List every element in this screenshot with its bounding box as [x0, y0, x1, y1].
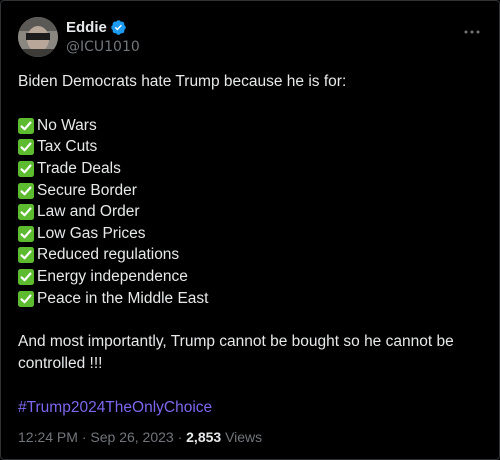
check-list-label: No Wars	[37, 116, 97, 134]
check-list-item: Low Gas Prices	[18, 223, 483, 245]
author-names: Eddie @ICU1010	[66, 17, 140, 56]
verified-badge-icon	[110, 19, 127, 36]
check-list-item: No Wars	[18, 115, 483, 137]
views-label: Views	[225, 429, 263, 445]
check-list-item: Tax Cuts	[18, 137, 483, 159]
white-check-mark-icon	[18, 204, 34, 221]
meta-separator: ·	[177, 429, 183, 445]
white-check-mark-icon	[18, 182, 34, 199]
check-list-item: Law and Order	[18, 201, 483, 223]
white-check-mark-icon	[18, 290, 34, 307]
tweet-date[interactable]: Sep 26, 2023	[90, 429, 173, 445]
more-horizontal-icon[interactable]	[461, 21, 483, 43]
tweet-header: Eddie @ICU1010	[18, 15, 485, 59]
check-list-item: Peace in the Middle East	[18, 288, 483, 310]
tweet-time[interactable]: 12:24 PM	[18, 429, 78, 445]
check-list-item: Energy independence	[18, 266, 483, 288]
check-list-label: Low Gas Prices	[37, 224, 146, 242]
author-handle[interactable]: @ICU1010	[66, 39, 140, 55]
white-check-mark-icon	[18, 268, 34, 285]
white-check-mark-icon	[18, 225, 34, 242]
check-list-label: Peace in the Middle East	[37, 289, 209, 307]
tweet-card: Eddie @ICU1010 Biden Democrats hate Trum…	[0, 0, 500, 460]
check-list-label: Reduced regulations	[37, 246, 180, 264]
check-list-label: Secure Border	[37, 181, 137, 199]
tweet-meta: 12:24 PM · Sep 26, 2023 · 2,853 Views	[18, 429, 262, 445]
check-list-label: Law and Order	[37, 203, 140, 221]
avatar-image	[18, 17, 58, 57]
meta-separator: ·	[81, 429, 87, 445]
check-list: No Wars Tax Cuts Trade Deals Secure Border L…	[18, 115, 483, 309]
white-check-mark-icon	[18, 139, 34, 156]
tweet-intro: Biden Democrats hate Trump because he is…	[18, 73, 347, 90]
views-count: 2,853	[186, 429, 222, 445]
white-check-mark-icon	[18, 160, 34, 177]
tweet-text: Biden Democrats hate Trump because he is…	[18, 71, 483, 419]
avatar[interactable]	[18, 17, 58, 57]
white-check-mark-icon	[18, 117, 34, 134]
check-list-item: Trade Deals	[18, 158, 483, 180]
check-list-item: Secure Border	[18, 180, 483, 202]
check-list-label: Trade Deals	[37, 159, 121, 177]
display-name[interactable]: Eddie	[66, 19, 107, 36]
white-check-mark-icon	[18, 247, 34, 264]
check-list-item: Reduced regulations	[18, 245, 483, 267]
display-name-row: Eddie	[66, 17, 140, 37]
check-list-label: Energy independence	[37, 267, 188, 285]
check-list-label: Tax Cuts	[37, 138, 98, 156]
hashtag-link[interactable]: #Trump2024TheOnlyChoice	[18, 397, 212, 419]
tweet-closing: And most importantly, Trump cannot be bo…	[18, 333, 454, 373]
